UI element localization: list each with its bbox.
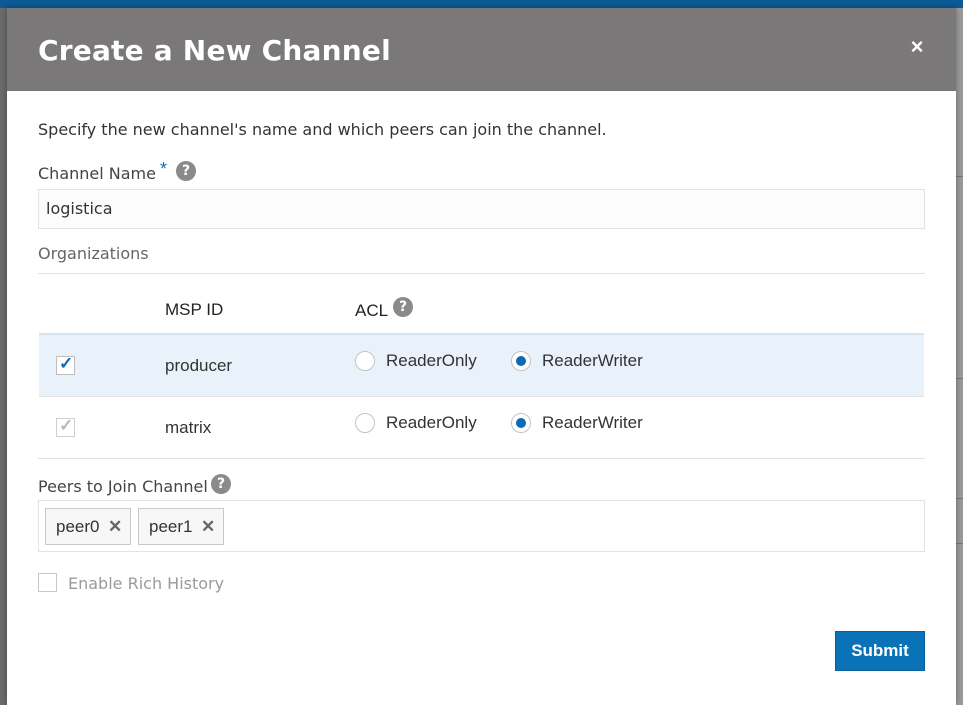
msp-id-cell: matrix xyxy=(165,418,212,437)
acl-option-label: ReaderOnly xyxy=(386,413,477,432)
rich-history-label: Enable Rich History xyxy=(68,574,225,593)
create-channel-dialog: Create a New Channel × Specify the new c… xyxy=(7,8,956,705)
peer-chip-label: peer1 xyxy=(149,517,193,536)
channel-name-help-icon[interactable]: ? xyxy=(176,161,196,181)
acl-radio-readeronly[interactable] xyxy=(355,413,375,433)
checkmark-icon: ✓ xyxy=(59,416,74,435)
submit-button[interactable]: Submit xyxy=(835,631,925,671)
acl-radio-readerwriter[interactable] xyxy=(511,413,531,433)
close-icon[interactable]: × xyxy=(905,35,929,59)
peers-label: Peers to Join Channel xyxy=(38,477,208,496)
acl-option-label: ReaderWriter xyxy=(542,413,643,432)
table-row[interactable]: ✓ producer ReaderOnly ReaderWriter xyxy=(39,335,924,397)
required-indicator: * xyxy=(160,159,168,179)
acl-option-label: ReaderWriter xyxy=(542,351,643,370)
acl-radio-readerwriter[interactable] xyxy=(511,351,531,371)
rich-history-checkbox xyxy=(38,573,57,592)
table-row[interactable]: ✓ matrix ReaderOnly ReaderWriter xyxy=(39,397,924,459)
peer-chip-label: peer0 xyxy=(56,517,100,536)
remove-chip-icon[interactable]: ✕ xyxy=(108,509,122,544)
section-divider xyxy=(38,273,925,274)
peer-chip: peer0 ✕ xyxy=(45,508,131,545)
background-divider xyxy=(956,378,963,379)
background-app-edge xyxy=(956,8,963,705)
organizations-label: Organizations xyxy=(38,244,149,263)
msp-id-cell: producer xyxy=(165,356,233,375)
section-divider xyxy=(38,458,925,459)
dialog-intro-text: Specify the new channel's name and which… xyxy=(38,120,607,139)
background-divider xyxy=(956,543,963,544)
dialog-header: Create a New Channel × xyxy=(7,8,956,91)
row-checkbox-disabled: ✓ xyxy=(56,416,75,437)
peers-help-icon[interactable]: ? xyxy=(211,474,231,494)
background-divider xyxy=(956,176,963,177)
column-header-acl: ACL xyxy=(355,301,389,320)
column-header-msp-id: MSP ID xyxy=(165,300,224,319)
background-divider xyxy=(956,498,963,499)
channel-name-label: Channel Name xyxy=(38,164,156,183)
peer-chip: peer1 ✕ xyxy=(138,508,224,545)
channel-name-input[interactable]: logistica xyxy=(38,189,925,229)
dialog-title: Create a New Channel xyxy=(38,34,391,67)
background-app-topbar xyxy=(0,0,963,8)
row-checkbox[interactable]: ✓ xyxy=(56,354,75,375)
acl-radio-readeronly[interactable] xyxy=(355,351,375,371)
acl-option-label: ReaderOnly xyxy=(386,351,477,370)
acl-help-icon[interactable]: ? xyxy=(393,297,413,317)
peers-multiselect[interactable]: peer0 ✕ peer1 ✕ xyxy=(38,500,925,552)
remove-chip-icon[interactable]: ✕ xyxy=(201,509,215,544)
checkmark-icon: ✓ xyxy=(59,354,74,373)
